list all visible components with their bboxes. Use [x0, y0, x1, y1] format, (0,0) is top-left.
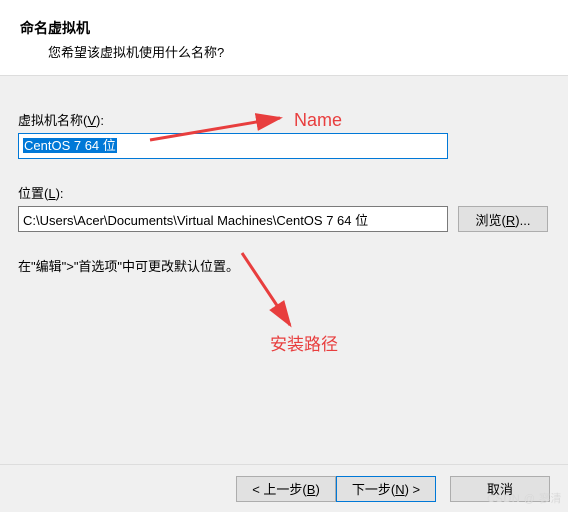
vm-name-value: CentOS 7 64 位 [23, 138, 117, 153]
watermark: CSDN @ 寥清 [487, 490, 562, 506]
dialog-footer: < 上一步(B) 下一步(N) > 取消 [0, 464, 568, 512]
location-group: 位置(L): 浏览(R)... [18, 183, 548, 232]
dialog-subtitle: 您希望该虚拟机使用什么名称? [20, 42, 548, 61]
next-button[interactable]: 下一步(N) > [336, 476, 436, 502]
annotation-name-label: Name [294, 110, 342, 131]
vm-name-label: 虚拟机名称(V): [18, 110, 548, 129]
dialog-header: 命名虚拟机 您希望该虚拟机使用什么名称? [0, 0, 568, 76]
annotation-path-label: 安装路径 [270, 330, 338, 355]
browse-button[interactable]: 浏览(R)... [458, 206, 548, 232]
dialog-title: 命名虚拟机 [20, 18, 548, 38]
back-button[interactable]: < 上一步(B) [236, 476, 336, 502]
vm-name-input[interactable]: CentOS 7 64 位 [18, 133, 448, 159]
hint-text: 在"编辑">"首选项"中可更改默认位置。 [18, 256, 548, 275]
vm-name-group: 虚拟机名称(V): CentOS 7 64 位 [18, 110, 548, 159]
location-input[interactable] [18, 206, 448, 232]
location-label: 位置(L): [18, 183, 548, 202]
dialog-content: 虚拟机名称(V): CentOS 7 64 位 位置(L): 浏览(R)... … [0, 76, 568, 285]
